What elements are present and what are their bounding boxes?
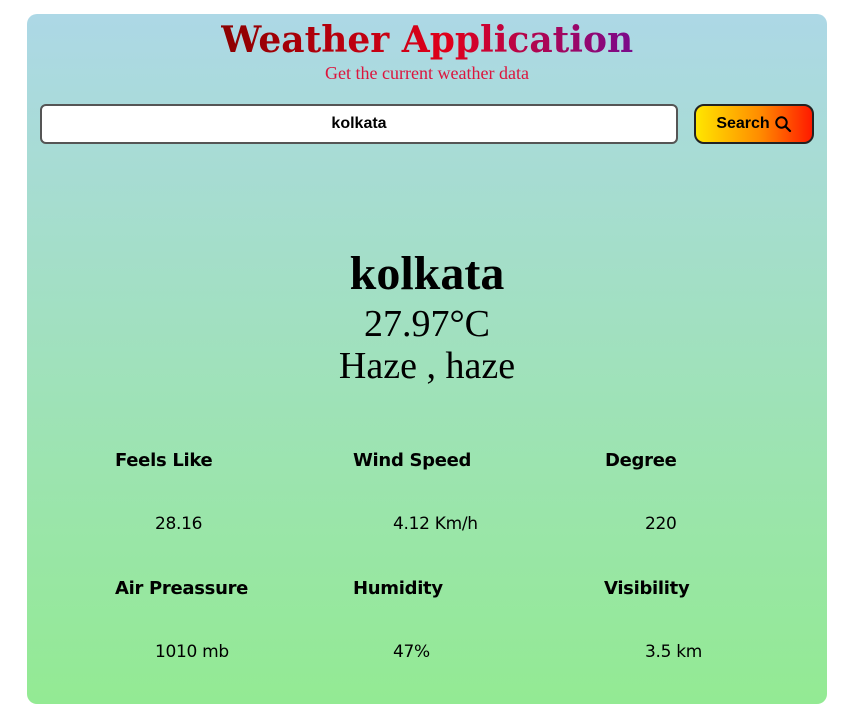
search-input[interactable] [40,104,678,144]
air-pressure-value: 1010 mb [155,642,229,662]
humidity-value: 47% [393,642,430,662]
wind-speed-value: 4.12 Km/h [393,514,478,534]
search-icon [774,116,791,133]
weather-card: Weather Application Get the current weat… [27,14,827,704]
visibility-label: Visibility [604,578,690,599]
city-name: kolkata [349,247,505,300]
search-button[interactable]: Search [694,104,814,144]
air-pressure-label: Air Preassure [115,578,249,599]
app-subtitle: Get the current weather data [325,63,529,83]
app-title: Weather Application [27,18,827,62]
feels-like-value: 28.16 [155,514,203,534]
temperature: 27.97°C [363,303,491,345]
degree-label: Degree [605,450,677,471]
visibility-value: 3.5 km [645,642,703,662]
wind-speed-label: Wind Speed [353,450,472,471]
app-title-text: Weather Application [220,19,634,61]
feels-like-label: Feels Like [115,450,213,471]
search-button-label: Search [716,115,770,132]
degree-value: 220 [645,514,677,534]
humidity-label: Humidity [353,578,443,599]
weather-condition: Haze , haze [338,345,516,387]
